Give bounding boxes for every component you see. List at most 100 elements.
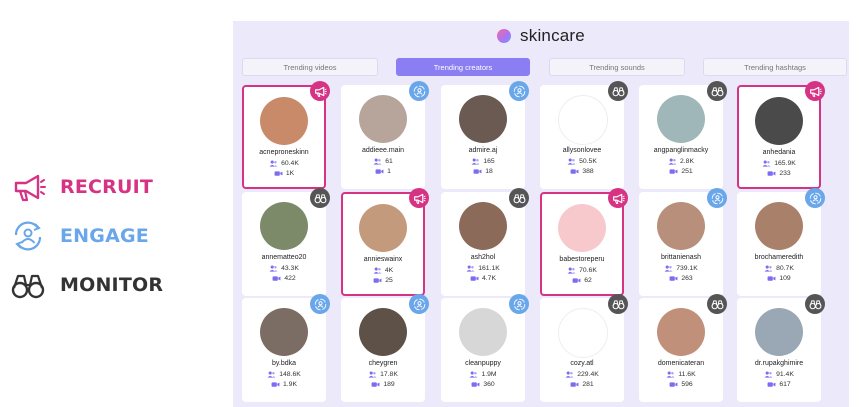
creator-card[interactable]: admire.aj 165 18 — [441, 81, 529, 189]
binoculars-icon[interactable] — [608, 294, 628, 314]
people-icon — [666, 371, 675, 378]
creator-username[interactable]: domenicateran — [639, 360, 723, 367]
avatar[interactable] — [755, 97, 803, 145]
creator-card[interactable]: annematteo20 43.3K 422 — [242, 188, 330, 296]
creator-card[interactable]: acneproneskinn 60.4K 1K — [242, 81, 330, 189]
legend-engage: ENGAGE — [10, 219, 210, 253]
binoculars-icon[interactable] — [608, 81, 628, 101]
creator-card[interactable]: dr.rupakghimire 91.4K 617 — [737, 294, 825, 402]
binoculars-icon[interactable] — [310, 188, 330, 208]
binoculars-icon — [11, 274, 45, 299]
megaphone-icon[interactable] — [805, 81, 825, 101]
binoculars-icon[interactable] — [509, 188, 529, 208]
avatar[interactable] — [459, 202, 507, 250]
creator-username[interactable]: cheygren — [341, 360, 425, 367]
video-count-value: 233 — [779, 170, 791, 177]
creator-card[interactable]: annieswainx 4K 25 — [341, 188, 429, 296]
creator-username[interactable]: addieee.main — [341, 147, 425, 154]
video-count: 388 — [540, 168, 624, 175]
creator-username[interactable]: allysonlovee — [540, 147, 624, 154]
binoculars-icon[interactable] — [707, 81, 727, 101]
avatar[interactable] — [657, 308, 705, 356]
avatar[interactable] — [755, 308, 803, 356]
creator-username[interactable]: annieswainx — [343, 256, 423, 263]
creator-card[interactable]: anhedania 165.9K 233 — [737, 81, 825, 189]
binoculars-icon[interactable] — [707, 294, 727, 314]
person-cycle-icon[interactable] — [509, 294, 529, 314]
people-icon — [567, 158, 576, 165]
creator-card[interactable]: ash2hol 161.1K 4.7K — [441, 188, 529, 296]
avatar[interactable] — [755, 202, 803, 250]
follower-count-value: 161.1K — [478, 265, 500, 272]
follower-count: 43.3K — [242, 265, 326, 272]
video-count: 18 — [441, 168, 525, 175]
people-icon — [764, 265, 773, 272]
person-cycle-icon[interactable] — [409, 81, 429, 101]
tab-trending-sounds[interactable]: Trending sounds — [549, 58, 685, 76]
avatar[interactable] — [260, 308, 308, 356]
follower-count-value: 43.3K — [281, 265, 299, 272]
video-count: 422 — [242, 275, 326, 282]
avatar[interactable] — [657, 95, 705, 143]
video-count-value: 617 — [779, 381, 791, 388]
creator-card[interactable]: babestoreperu 70.6K 62 — [540, 188, 628, 296]
creator-username[interactable]: angpanglinmacky — [639, 147, 723, 154]
avatar[interactable] — [558, 308, 608, 358]
creator-card[interactable]: by.bdka 148.6K 1.9K — [242, 294, 330, 402]
megaphone-icon[interactable] — [310, 81, 330, 101]
megaphone-icon — [14, 174, 46, 202]
person-cycle-icon[interactable] — [707, 188, 727, 208]
avatar[interactable] — [459, 308, 507, 356]
person-cycle-icon[interactable] — [805, 188, 825, 208]
follower-count-value: 17.8K — [380, 371, 398, 378]
avatar[interactable] — [359, 308, 407, 356]
creator-username[interactable]: babestoreperu — [542, 256, 622, 263]
creator-card[interactable]: addieee.main 61 1 — [341, 81, 429, 189]
avatar[interactable] — [558, 95, 608, 145]
creator-card[interactable]: brittanienash 739.1K 263 — [639, 188, 727, 296]
creator-username[interactable]: by.bdka — [242, 360, 326, 367]
people-icon — [764, 371, 773, 378]
creator-username[interactable]: dr.rupakghimire — [737, 360, 821, 367]
creator-card[interactable]: allysonlovee 50.5K 388 — [540, 81, 628, 189]
avatar[interactable] — [558, 204, 606, 252]
tab-trending-creators[interactable]: Trending creators — [396, 58, 530, 76]
avatar[interactable] — [359, 204, 407, 252]
megaphone-icon[interactable] — [608, 188, 628, 208]
avatar[interactable] — [459, 95, 507, 143]
avatar[interactable] — [657, 202, 705, 250]
avatar[interactable] — [359, 95, 407, 143]
creator-username[interactable]: annematteo20 — [242, 254, 326, 261]
creator-card[interactable]: cleanpuppy 1.9M 360 — [441, 294, 529, 402]
creator-card[interactable]: domenicateran 11.6K 596 — [639, 294, 727, 402]
creator-username[interactable]: brochameredith — [737, 254, 821, 261]
people-icon — [269, 265, 278, 272]
creator-card[interactable]: angpanglinmacky 2.8K 251 — [639, 81, 727, 189]
creator-username[interactable]: anhedania — [739, 149, 819, 156]
follower-count-value: 165 — [483, 158, 495, 165]
creator-username[interactable]: acneproneskinn — [244, 149, 324, 156]
avatar[interactable] — [260, 97, 308, 145]
person-cycle-icon[interactable] — [409, 294, 429, 314]
follower-count-value: 148.6K — [279, 371, 301, 378]
app-logo — [497, 29, 512, 43]
creator-username[interactable]: cozy.atl — [540, 360, 624, 367]
person-cycle-icon[interactable] — [509, 81, 529, 101]
avatar[interactable] — [260, 202, 308, 250]
creator-card[interactable]: cheygren 17.8K 189 — [341, 294, 429, 402]
creator-username[interactable]: admire.aj — [441, 147, 525, 154]
video-count: 62 — [542, 277, 622, 284]
megaphone-icon[interactable] — [409, 188, 429, 208]
creator-username[interactable]: ash2hol — [441, 254, 525, 261]
creator-card[interactable]: cozy.atl 229.4K 281 — [540, 294, 628, 402]
creator-username[interactable]: cleanpuppy — [441, 360, 525, 367]
follower-count-value: 165.9K — [774, 160, 796, 167]
people-icon — [471, 158, 480, 165]
creator-card[interactable]: brochameredith 80.7K 109 — [737, 188, 825, 296]
tab-trending-hashtags[interactable]: Trending hashtags — [703, 58, 847, 76]
creator-username[interactable]: brittanienash — [639, 254, 723, 261]
person-cycle-icon[interactable] — [310, 294, 330, 314]
binoculars-icon[interactable] — [805, 294, 825, 314]
video-count-value: 25 — [385, 277, 393, 284]
tab-trending-videos[interactable]: Trending videos — [242, 58, 378, 76]
